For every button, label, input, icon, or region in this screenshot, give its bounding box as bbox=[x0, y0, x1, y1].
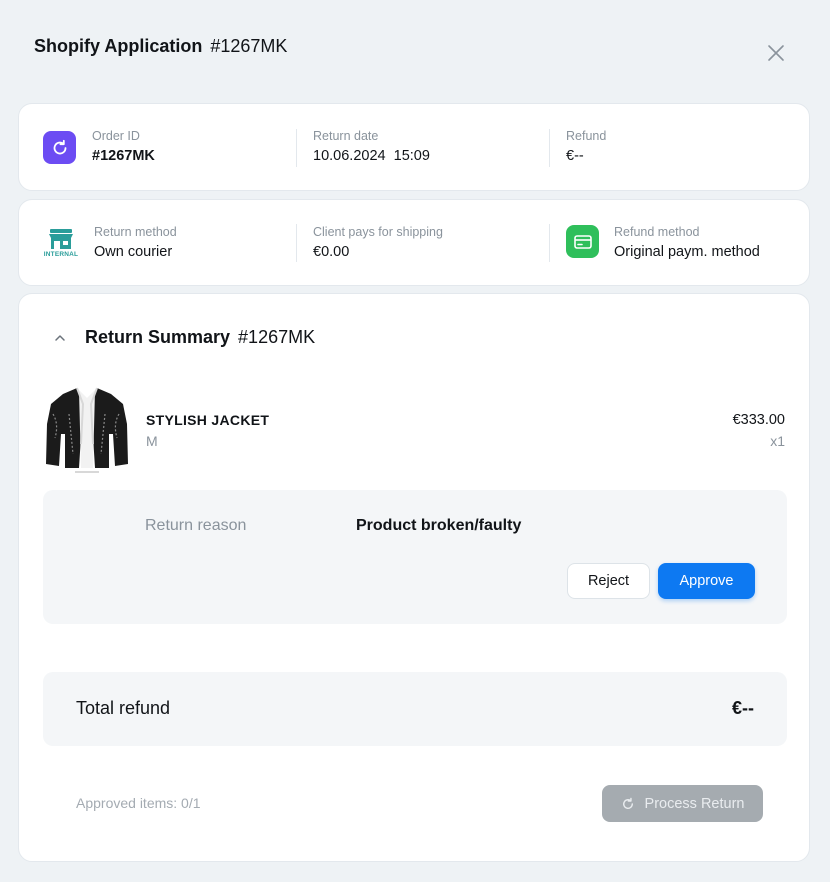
total-refund-label: Total refund bbox=[76, 698, 171, 718]
refund-method-label: Refund method bbox=[614, 225, 700, 239]
return-summary-card: Return Summary #1267MK STYLISH JACKET M … bbox=[18, 293, 810, 862]
return-date-value: 10.06.2024 15:09 bbox=[313, 148, 430, 164]
approve-button[interactable]: Approve bbox=[658, 563, 755, 599]
order-id-field: Order ID #1267MK bbox=[92, 129, 155, 164]
refund-method-value: Original paym. method bbox=[614, 244, 760, 260]
close-icon[interactable] bbox=[766, 43, 786, 63]
return-method-label: Return method bbox=[94, 225, 177, 239]
divider bbox=[549, 224, 550, 262]
process-return-label: Process Return bbox=[644, 795, 745, 812]
total-refund-box: Total refund €-- bbox=[43, 672, 787, 746]
order-id-value: #1267MK bbox=[92, 148, 155, 164]
modal-header: Shopify Application #1267MK bbox=[34, 36, 287, 57]
refresh-icon bbox=[622, 797, 633, 809]
return-reason-label: Return reason bbox=[145, 517, 247, 534]
return-date-field: Return date 10.06.2024 15:09 bbox=[313, 129, 430, 164]
modal-order-number: #1267MK bbox=[210, 36, 288, 56]
return-date-label: Return date bbox=[313, 129, 379, 143]
store-icon-caption: INTERNAL bbox=[43, 251, 79, 258]
chevron-up-icon[interactable] bbox=[53, 331, 67, 345]
product-quantity: x1 bbox=[770, 433, 785, 449]
jacket-image bbox=[43, 384, 131, 476]
order-id-label: Order ID bbox=[92, 129, 140, 143]
return-method-field: Return method Own courier bbox=[94, 225, 177, 260]
divider bbox=[549, 129, 550, 167]
refund-method-field: Refund method Original paym. method bbox=[614, 225, 760, 260]
divider bbox=[296, 224, 297, 262]
summary-title: Return Summary bbox=[85, 327, 231, 347]
card-icon bbox=[566, 225, 599, 258]
total-refund-value: €-- bbox=[732, 698, 754, 718]
shipping-field: Client pays for shipping €0.00 bbox=[313, 225, 443, 260]
return-method-card: INTERNAL Return method Own courier Clien… bbox=[18, 199, 810, 286]
return-method-value: Own courier bbox=[94, 244, 173, 260]
refund-value: €-- bbox=[566, 148, 584, 164]
shipping-label: Client pays for shipping bbox=[313, 225, 443, 239]
refund-label: Refund bbox=[566, 129, 607, 143]
refresh-icon bbox=[43, 131, 76, 164]
approved-items-count: Approved items: 0/1 bbox=[76, 795, 201, 811]
reject-button[interactable]: Reject bbox=[567, 563, 650, 599]
return-reason-value: Product broken/faulty bbox=[356, 517, 522, 534]
summary-header[interactable]: Return Summary #1267MK bbox=[53, 327, 315, 348]
product-price: €333.00 bbox=[732, 412, 785, 428]
divider bbox=[296, 129, 297, 167]
return-reason-box: Return reason Product broken/faulty Reje… bbox=[43, 490, 787, 624]
refund-field: Refund €-- bbox=[566, 129, 606, 164]
store-icon: INTERNAL bbox=[42, 228, 80, 262]
product-name: STYLISH JACKET bbox=[146, 412, 270, 428]
summary-order-number: #1267MK bbox=[238, 327, 316, 347]
shipping-value: €0.00 bbox=[313, 244, 350, 260]
order-info-card: Order ID #1267MK Return date 10.06.2024 … bbox=[18, 103, 810, 191]
process-return-button[interactable]: Process Return bbox=[602, 785, 763, 822]
product-size: M bbox=[146, 433, 158, 449]
modal-title: Shopify Application bbox=[34, 36, 203, 56]
